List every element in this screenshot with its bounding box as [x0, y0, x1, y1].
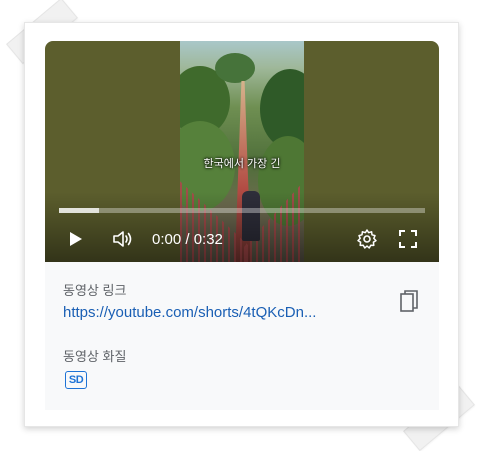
copy-icon	[400, 290, 418, 312]
volume-button[interactable]	[111, 227, 135, 251]
fullscreen-icon	[399, 230, 417, 248]
settings-button[interactable]	[356, 227, 378, 251]
play-button[interactable]	[65, 227, 85, 251]
volume-icon	[113, 231, 132, 247]
progress-bar[interactable]	[59, 208, 425, 213]
video-link-label: 동영상 링크	[63, 283, 127, 298]
video-info-panel: 동영상 링크 https://youtube.com/shorts/4tQKcD…	[45, 262, 439, 410]
video-quality-label: 동영상 화질	[63, 349, 127, 364]
progress-fill	[59, 208, 100, 213]
time-display: 0:00 / 0:32	[152, 230, 223, 248]
play-icon	[70, 232, 82, 246]
video-link[interactable]: https://youtube.com/shorts/4tQKcDn...	[63, 304, 316, 321]
gear-icon	[357, 229, 377, 249]
video-embed-card: 한국에서 가장 긴 0:00 / 0:32 동영상 링크 https://you…	[24, 22, 459, 427]
sd-quality-badge: SD	[65, 371, 87, 389]
video-player[interactable]: 한국에서 가장 긴 0:00 / 0:32	[45, 41, 439, 262]
fullscreen-button[interactable]	[397, 227, 419, 251]
video-caption: 한국에서 가장 긴	[203, 158, 281, 170]
copy-link-button[interactable]	[398, 289, 422, 320]
